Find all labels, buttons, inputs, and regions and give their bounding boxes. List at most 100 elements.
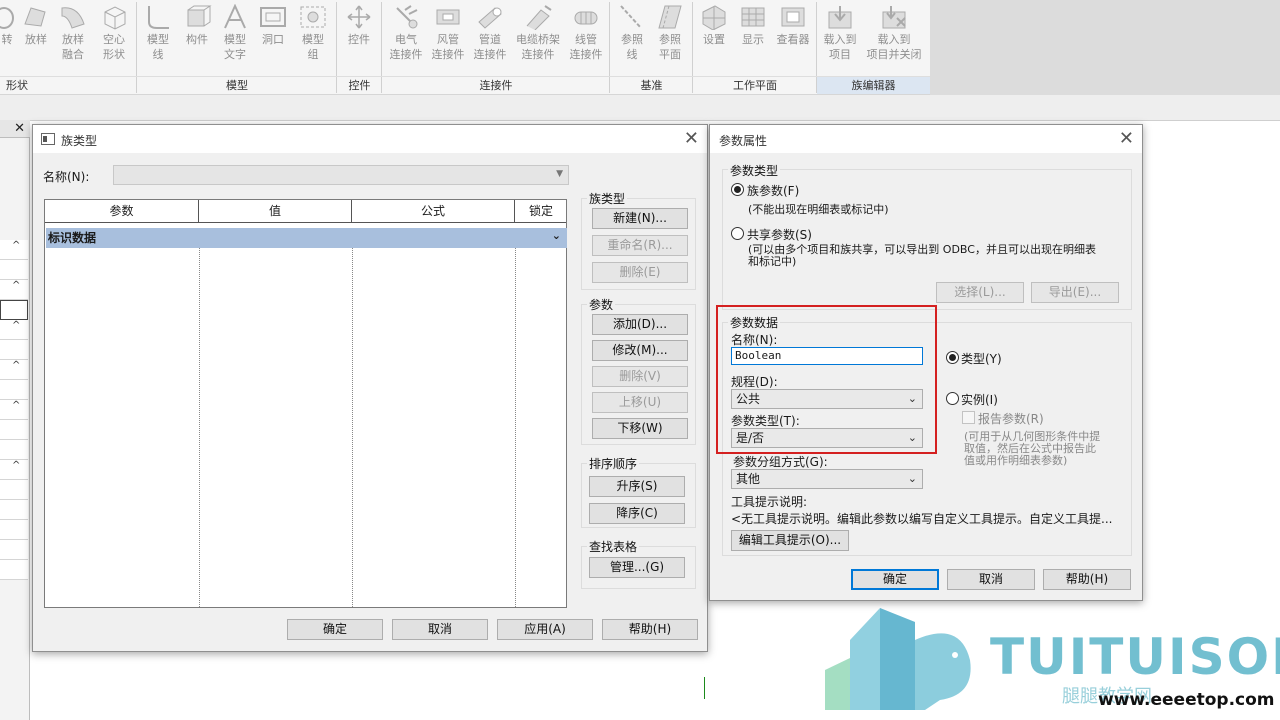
dialog-titlebar[interactable]: 参数属性 ✕ — [710, 125, 1142, 153]
sort-ascending-button[interactable]: 升序(S) — [589, 476, 685, 497]
manage-lookup-tables-button[interactable]: 管理...(G) — [589, 557, 685, 578]
tool-load-into-project-close[interactable]: 载入到 项目并关闭 — [863, 4, 925, 62]
properties-panel: ✕ ▼ 类型 ^ ^ ^ ^ ^ ^ — [0, 120, 30, 720]
property-row[interactable]: ^ — [0, 280, 28, 300]
property-row[interactable] — [0, 340, 28, 360]
control-arrows-icon — [347, 5, 371, 29]
delete-parameter-button[interactable]: 删除(V) — [592, 366, 688, 387]
shared-parameter-note-line2: 和标记中) — [748, 255, 797, 268]
property-row[interactable] — [0, 380, 28, 400]
property-row[interactable] — [0, 520, 28, 540]
reporting-note-line3: 值或用作明细表参数) — [964, 454, 1068, 467]
tool-revolve[interactable]: 转 — [0, 4, 22, 47]
collapse-chevron-icon[interactable]: ^ — [12, 360, 20, 371]
tool-viewer[interactable]: 查看器 — [773, 4, 813, 47]
dialog-titlebar[interactable]: 族类型 ✕ — [33, 125, 707, 153]
panel-title-family-editor: 族编辑器 — [817, 76, 930, 94]
tool-opening[interactable]: 洞口 — [257, 4, 289, 47]
tool-model-group[interactable]: 模型 组 — [296, 4, 330, 62]
close-icon[interactable]: ✕ — [14, 121, 25, 136]
tool-duct-connector[interactable]: 风管 连接件 — [428, 4, 468, 62]
collapse-chevron-icon[interactable]: ^ — [12, 320, 20, 331]
column-header-lock[interactable]: 锁定 — [515, 200, 567, 222]
tool-swept-blend[interactable]: 放样 融合 — [57, 4, 89, 62]
instance-radio[interactable] — [946, 392, 959, 405]
group-row-label: 标识数据 — [48, 231, 97, 245]
tool-cable-tray-connector[interactable]: 电缆桥架 连接件 — [512, 4, 564, 62]
cancel-button[interactable]: 取消 — [392, 619, 488, 640]
add-parameter-button[interactable]: 添加(D)... — [592, 314, 688, 335]
property-row[interactable]: ^ — [0, 360, 28, 380]
tool-set[interactable]: 设置 — [697, 4, 731, 47]
property-row[interactable] — [0, 480, 28, 500]
tool-pipe-connector[interactable]: 管道 连接件 — [470, 4, 510, 62]
group-parameter-under-label: 参数分组方式(G): — [733, 455, 828, 469]
tool-model-text[interactable]: 模型 文字 — [219, 4, 251, 62]
property-row[interactable] — [0, 540, 28, 560]
property-row[interactable] — [0, 440, 28, 460]
tool-sweep[interactable]: 放样 — [20, 4, 52, 47]
property-row[interactable]: ^ — [0, 460, 28, 480]
property-row[interactable] — [0, 260, 28, 280]
property-row-selected[interactable] — [0, 300, 28, 320]
collapse-chevron-icon[interactable]: ⌄ — [552, 226, 561, 246]
help-button[interactable]: 帮助(H) — [602, 619, 698, 640]
collapse-chevron-icon[interactable]: ^ — [12, 460, 20, 471]
shared-parameter-radio[interactable] — [731, 227, 744, 240]
tool-control[interactable]: 控件 — [343, 4, 375, 47]
new-type-button[interactable]: 新建(N)... — [592, 208, 688, 229]
export-shared-button[interactable]: 导出(E)... — [1031, 282, 1119, 303]
family-parameter-radio[interactable] — [731, 183, 744, 196]
reporting-parameter-checkbox[interactable] — [962, 411, 975, 424]
column-header-formula[interactable]: 公式 — [352, 200, 515, 222]
select-shared-button[interactable]: 选择(L)... — [936, 282, 1024, 303]
close-icon[interactable]: ✕ — [1119, 128, 1134, 149]
grid-column-divider — [199, 248, 200, 607]
tool-model-line[interactable]: 模型 线 — [142, 4, 174, 62]
move-down-button[interactable]: 下移(W) — [592, 418, 688, 439]
load-into-project-icon — [828, 6, 852, 29]
close-icon[interactable]: ✕ — [684, 128, 699, 149]
panel-title-shape: 形状 — [0, 76, 137, 94]
help-button[interactable]: 帮助(H) — [1043, 569, 1131, 590]
column-header-value[interactable]: 值 — [199, 200, 352, 222]
collapse-chevron-icon[interactable]: ^ — [12, 280, 20, 291]
property-row[interactable] — [0, 500, 28, 520]
tool-component[interactable]: 构件 — [181, 4, 213, 47]
edit-tooltip-button[interactable]: 编辑工具提示(O)... — [731, 530, 849, 551]
revolve-icon — [0, 7, 14, 29]
property-row[interactable] — [0, 560, 28, 580]
swept-blend-icon — [61, 7, 85, 29]
column-header-parameter[interactable]: 参数 — [45, 200, 199, 222]
apply-button[interactable]: 应用(A) — [497, 619, 593, 640]
viewer-icon — [781, 7, 805, 27]
reference-line-icon — [620, 5, 642, 29]
property-row[interactable]: ^ — [0, 400, 28, 420]
cancel-button[interactable]: 取消 — [947, 569, 1035, 590]
type-radio[interactable] — [946, 351, 959, 364]
delete-type-button[interactable]: 删除(E) — [592, 262, 688, 283]
tool-reference-plane[interactable]: 参照 平面 — [654, 4, 686, 62]
tool-electrical-connector[interactable]: 电气 连接件 — [386, 4, 426, 62]
move-up-button[interactable]: 上移(U) — [592, 392, 688, 413]
property-row[interactable]: ^ — [0, 320, 28, 340]
tool-reference-line[interactable]: 参照 线 — [616, 4, 648, 62]
property-row[interactable] — [0, 420, 28, 440]
tool-show[interactable]: 显示 — [736, 4, 770, 47]
tool-load-into-project[interactable]: 载入到 项目 — [820, 4, 860, 62]
collapse-chevron-icon[interactable]: ^ — [12, 400, 20, 411]
sort-descending-button[interactable]: 降序(C) — [589, 503, 685, 524]
property-row[interactable]: ^ — [0, 240, 28, 260]
tool-conduit-connector[interactable]: 线管 连接件 — [566, 4, 606, 62]
modify-parameter-button[interactable]: 修改(M)... — [592, 340, 688, 361]
family-type-name-select[interactable]: ▼ — [113, 165, 569, 185]
rename-type-button[interactable]: 重命名(R)... — [592, 235, 688, 256]
group-parameter-under-select[interactable]: 其他 ⌄ — [731, 469, 923, 489]
tool-void-forms[interactable]: 空心 形状 — [97, 4, 131, 62]
collapse-chevron-icon[interactable]: ^ — [12, 240, 20, 251]
ok-button[interactable]: 确定 — [851, 569, 939, 590]
grid-group-identity-data[interactable]: 标识数据 ⌄ — [46, 228, 567, 248]
highlight-box — [716, 305, 937, 454]
group-label-lookup-tables: 查找表格 — [587, 538, 640, 555]
ok-button[interactable]: 确定 — [287, 619, 383, 640]
